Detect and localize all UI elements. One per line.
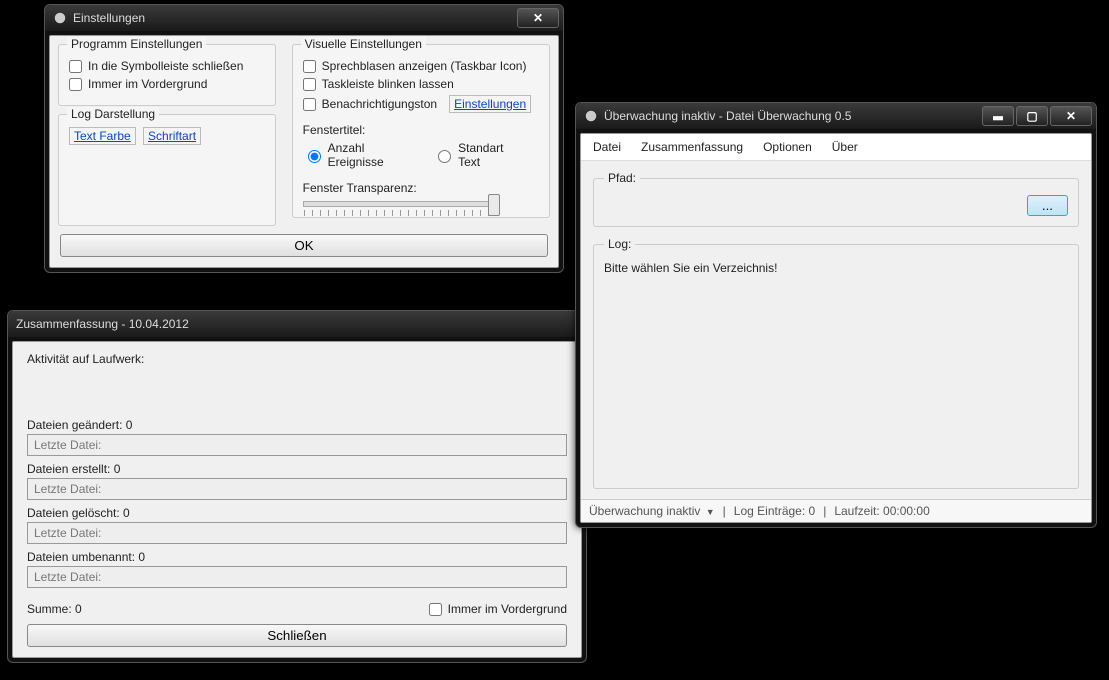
main-title: Überwachung inaktiv - Datei Überwachung … — [604, 109, 851, 123]
program-settings-group: Programm Einstellungen In die Symbolleis… — [58, 44, 276, 106]
path-group: Pfad: ... — [593, 171, 1079, 227]
renamed-lastfile: Letzte Datei: — [27, 566, 567, 588]
settings-window: Einstellungen ✕ Programm Einstellungen I… — [44, 4, 564, 273]
checkbox-sound-label: Benachrichtigungston — [322, 97, 437, 111]
log-display-group: Log Darstellung Text Farbe Schriftart — [58, 114, 276, 226]
link-sound-settings[interactable]: Einstellungen — [449, 95, 531, 113]
visual-settings-group: Visuelle Einstellungen Sprechblasen anze… — [292, 44, 550, 218]
status-watch-label: Überwachung inaktiv — [589, 504, 700, 518]
deleted-lastfile: Letzte Datei: — [27, 522, 567, 544]
changed-lastfile: Letzte Datei: — [27, 434, 567, 456]
main-window: Überwachung inaktiv - Datei Überwachung … — [575, 102, 1097, 528]
radio-event-count-label: Anzahl Ereignisse — [328, 141, 419, 169]
status-sep: | — [823, 504, 826, 518]
app-icon — [584, 109, 598, 123]
chevron-down-icon: ▼ — [706, 507, 715, 517]
slider-thumb[interactable] — [488, 194, 500, 216]
changed-label: Dateien geändert: 0 — [27, 418, 567, 432]
summary-titlebar[interactable]: Zusammenfassung - 10.04.2012 — [8, 311, 586, 337]
summary-checkbox-topmost-label: Immer im Vordergrund — [448, 602, 567, 616]
summary-checkbox-topmost[interactable]: Immer im Vordergrund — [429, 602, 567, 616]
main-titlebar[interactable]: Überwachung inaktiv - Datei Überwachung … — [576, 103, 1096, 129]
maximize-icon[interactable]: ▢ — [1016, 106, 1048, 126]
radio-standard-text[interactable]: Standart Text — [433, 141, 525, 169]
program-settings-legend: Programm Einstellungen — [67, 37, 206, 51]
path-legend: Pfad: — [604, 171, 640, 185]
menubar: Datei Zusammenfassung Optionen Über — [581, 134, 1091, 161]
checkbox-tray-label: In die Symbolleiste schließen — [88, 59, 243, 73]
status-watch[interactable]: Überwachung inaktiv ▼ — [589, 504, 715, 518]
deleted-label: Dateien gelöscht: 0 — [27, 506, 567, 520]
sum-label: Summe: 0 — [27, 602, 82, 616]
checkbox-blink-label: Taskleiste blinken lassen — [322, 77, 454, 91]
summary-title: Zusammenfassung - 10.04.2012 — [16, 317, 189, 331]
window-title-label: Fenstertitel: — [303, 123, 539, 137]
log-legend: Log: — [604, 237, 635, 251]
log-text: Bitte wählen Sie ein Verzeichnis! — [604, 261, 1068, 275]
summary-close-button[interactable]: Schließen — [27, 624, 567, 647]
checkbox-blink[interactable]: Taskleiste blinken lassen — [303, 77, 539, 91]
checkbox-topmost-label: Immer im Vordergrund — [88, 77, 207, 91]
statusbar: Überwachung inaktiv ▼ | Log Einträge: 0 … — [581, 499, 1091, 522]
browse-button[interactable]: ... — [1027, 195, 1068, 216]
created-lastfile: Letzte Datei: — [27, 478, 567, 500]
activity-label: Aktivität auf Laufwerk: — [27, 352, 567, 366]
menu-optionen[interactable]: Optionen — [763, 140, 812, 154]
radio-standard-text-label: Standart Text — [458, 141, 525, 169]
close-icon[interactable]: ✕ — [517, 8, 559, 28]
settings-titlebar[interactable]: Einstellungen ✕ — [45, 5, 563, 31]
log-group: Log: Bitte wählen Sie ein Verzeichnis! — [593, 237, 1079, 489]
status-runtime: Laufzeit: 00:00:00 — [834, 504, 929, 518]
link-text-color[interactable]: Text Farbe — [69, 127, 136, 145]
summary-window: Zusammenfassung - 10.04.2012 Aktivität a… — [7, 310, 587, 663]
close-icon[interactable]: ✕ — [1050, 106, 1092, 126]
checkbox-sound[interactable] — [303, 98, 316, 111]
settings-title: Einstellungen — [73, 11, 145, 25]
checkbox-balloons-label: Sprechblasen anzeigen (Taskbar Icon) — [322, 59, 527, 73]
ok-button[interactable]: OK — [60, 234, 548, 257]
renamed-label: Dateien umbenannt: 0 — [27, 550, 567, 564]
transparency-label: Fenster Transparenz: — [303, 181, 539, 195]
created-label: Dateien erstellt: 0 — [27, 462, 567, 476]
status-sep: | — [723, 504, 726, 518]
link-font[interactable]: Schriftart — [143, 127, 201, 145]
radio-event-count[interactable]: Anzahl Ereignisse — [303, 141, 419, 169]
checkbox-balloons[interactable]: Sprechblasen anzeigen (Taskbar Icon) — [303, 59, 539, 73]
checkbox-topmost[interactable]: Immer im Vordergrund — [69, 77, 265, 91]
log-display-legend: Log Darstellung — [67, 107, 159, 121]
menu-zusammenfassung[interactable]: Zusammenfassung — [641, 140, 743, 154]
visual-settings-legend: Visuelle Einstellungen — [301, 37, 426, 51]
menu-ueber[interactable]: Über — [832, 140, 858, 154]
app-icon — [53, 11, 67, 25]
transparency-slider[interactable] — [303, 201, 495, 207]
minimize-icon[interactable]: ▂ — [982, 106, 1014, 126]
menu-datei[interactable]: Datei — [593, 140, 621, 154]
status-entries: Log Einträge: 0 — [734, 504, 815, 518]
checkbox-tray[interactable]: In die Symbolleiste schließen — [69, 59, 265, 73]
